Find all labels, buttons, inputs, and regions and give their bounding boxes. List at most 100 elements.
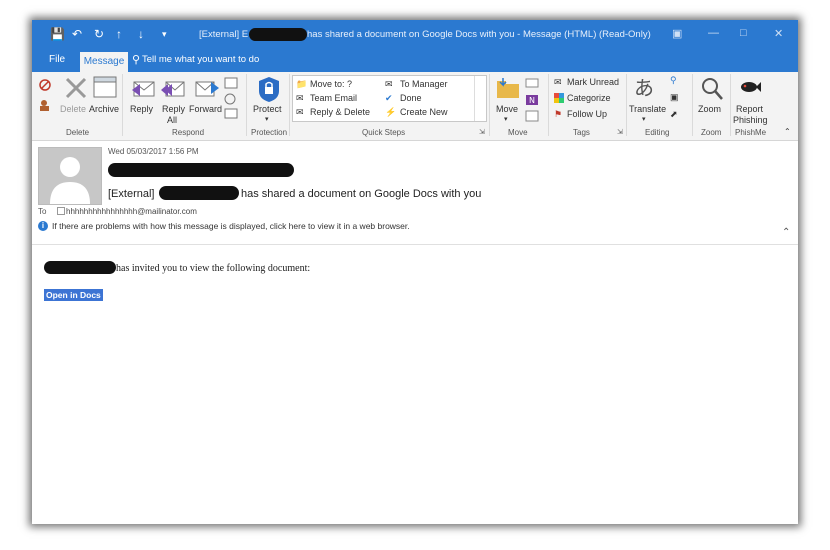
lightbulb-icon: ⚲ bbox=[132, 54, 141, 66]
translate-icon[interactable]: あ bbox=[634, 72, 654, 101]
more-respond-icon[interactable] bbox=[224, 93, 240, 105]
forward-button[interactable]: Forward bbox=[189, 104, 222, 114]
lock-shield-icon[interactable] bbox=[257, 75, 281, 103]
recipient-presence-icon bbox=[57, 207, 65, 215]
info-bar[interactable]: If there are problems with how this mess… bbox=[52, 221, 410, 231]
meeting-icon[interactable] bbox=[224, 77, 238, 89]
quick-step-to-manager[interactable]: To Manager bbox=[400, 79, 448, 89]
tab-message[interactable]: Message bbox=[80, 52, 128, 72]
junk-icon[interactable] bbox=[38, 98, 54, 112]
message-body-text: has invited you to view the following do… bbox=[116, 263, 311, 274]
avatar bbox=[38, 147, 102, 205]
dialog-launcher-icon[interactable]: ⇲ bbox=[479, 128, 485, 136]
archive-icon[interactable] bbox=[93, 76, 117, 98]
recipient-address[interactable]: hhhhhhhhhhhhhhhh@mailinator.com bbox=[66, 207, 197, 216]
subject-prefix: [External] bbox=[108, 188, 155, 200]
tell-me-search[interactable]: Tell me what you want to do bbox=[142, 54, 259, 65]
title-bar: 💾 ↶ ↻ ↑ ↓ ▾ [External] E has shared a do… bbox=[32, 20, 798, 50]
quick-step-move-to[interactable]: Move to: ? bbox=[310, 79, 352, 89]
window-title-suffix: has shared a document on Google Docs wit… bbox=[307, 29, 651, 40]
checkmark-icon: ✔ bbox=[385, 93, 393, 103]
reply-icon[interactable] bbox=[130, 76, 156, 100]
archive-button[interactable]: Archive bbox=[89, 104, 119, 114]
customize-qat-icon[interactable]: ▾ bbox=[162, 27, 167, 41]
delete-button[interactable]: Delete bbox=[60, 104, 86, 114]
delete-icon[interactable] bbox=[64, 76, 88, 100]
move-folder-icon[interactable] bbox=[495, 76, 521, 100]
forward-icon[interactable] bbox=[194, 76, 220, 100]
ribbon: Delete Archive Delete Reply Reply All Fo… bbox=[32, 72, 798, 141]
group-divider bbox=[692, 74, 693, 136]
move-dropdown-icon[interactable]: ▾ bbox=[504, 115, 508, 123]
quick-step-create-new[interactable]: Create New bbox=[400, 107, 448, 117]
actions-icon[interactable] bbox=[525, 110, 539, 122]
redo-icon[interactable]: ↻ bbox=[94, 27, 104, 41]
move-button[interactable]: Move bbox=[496, 104, 518, 114]
message-datetime: Wed 05/03/2017 1:56 PM bbox=[108, 147, 199, 156]
report-phishing-button-line2[interactable]: Phishing bbox=[733, 115, 768, 125]
group-label-tags: Tags bbox=[573, 128, 590, 137]
tab-file[interactable]: File bbox=[49, 54, 65, 65]
group-label-protection: Protection bbox=[251, 128, 288, 137]
team-email-icon: ✉ bbox=[296, 93, 304, 103]
header-divider bbox=[32, 244, 798, 245]
protect-button[interactable]: Protect bbox=[253, 104, 282, 114]
lightning-icon: ⚡ bbox=[385, 107, 397, 117]
reply-all-button-line1[interactable]: Reply bbox=[162, 104, 185, 114]
redacted-sender bbox=[249, 28, 307, 41]
onenote-icon[interactable]: N bbox=[525, 94, 539, 106]
group-divider bbox=[289, 74, 290, 136]
quick-steps-gallery: 📁 Move to: ? ✉ Team Email ✉ Reply & Dele… bbox=[292, 75, 487, 122]
follow-up-button[interactable]: Follow Up bbox=[567, 109, 607, 119]
rules-icon[interactable] bbox=[525, 78, 539, 88]
group-label-quick-steps: Quick Steps bbox=[362, 128, 406, 137]
reply-all-icon[interactable] bbox=[160, 76, 186, 100]
group-divider bbox=[489, 74, 490, 136]
group-divider bbox=[626, 74, 627, 136]
mark-unread-icon: ✉ bbox=[554, 77, 562, 87]
close-icon[interactable]: ✕ bbox=[774, 27, 783, 40]
undo-icon[interactable]: ↶ bbox=[72, 27, 82, 41]
group-divider bbox=[730, 74, 731, 136]
categorize-button[interactable]: Categorize bbox=[567, 93, 611, 103]
save-icon[interactable]: 💾 bbox=[50, 27, 65, 41]
quick-step-reply-delete[interactable]: Reply & Delete bbox=[310, 107, 370, 117]
person-silhouette-icon bbox=[50, 157, 90, 204]
reply-button[interactable]: Reply bbox=[130, 104, 153, 114]
collapse-ribbon-icon[interactable]: ⌃ bbox=[784, 127, 791, 136]
info-icon: i bbox=[38, 221, 48, 231]
quick-step-done[interactable]: Done bbox=[400, 93, 422, 103]
group-label-editing: Editing bbox=[645, 128, 670, 137]
reply-all-button-line2[interactable]: All bbox=[167, 115, 177, 125]
up-arrow-icon[interactable]: ↑ bbox=[116, 27, 122, 41]
outlook-message-window: 💾 ↶ ↻ ↑ ↓ ▾ [External] E has shared a do… bbox=[32, 20, 798, 524]
translate-button[interactable]: Translate bbox=[629, 104, 666, 114]
ignore-icon[interactable] bbox=[38, 78, 52, 92]
report-phishing-button-line1[interactable]: Report bbox=[736, 104, 763, 114]
translate-dropdown-icon[interactable]: ▾ bbox=[642, 115, 646, 123]
open-in-docs-link[interactable]: Open in Docs bbox=[44, 289, 103, 301]
ribbon-display-options-icon[interactable]: ▣ bbox=[672, 27, 682, 40]
maximize-icon[interactable]: □ bbox=[740, 27, 747, 39]
magnifier-icon[interactable] bbox=[700, 76, 724, 102]
svg-text:N: N bbox=[529, 96, 535, 105]
group-label-delete: Delete bbox=[66, 128, 90, 137]
gallery-scroll[interactable] bbox=[474, 76, 486, 121]
categorize-icon bbox=[554, 93, 564, 103]
im-icon[interactable] bbox=[224, 108, 240, 120]
down-arrow-icon[interactable]: ↓ bbox=[138, 27, 144, 41]
phish-fish-icon[interactable] bbox=[739, 78, 761, 96]
subject-text: has shared a document on Google Docs wit… bbox=[241, 188, 482, 200]
collapse-header-icon[interactable]: ⌃ bbox=[782, 227, 790, 238]
zoom-button[interactable]: Zoom bbox=[698, 104, 721, 114]
quick-step-team-email[interactable]: Team Email bbox=[310, 93, 357, 103]
select-icon[interactable]: ⬈ bbox=[670, 109, 678, 120]
related-icon[interactable]: ▣ bbox=[670, 92, 679, 103]
find-icon[interactable]: ⚲ bbox=[670, 75, 677, 86]
minimize-icon[interactable]: — bbox=[708, 27, 719, 39]
group-label-respond: Respond bbox=[172, 128, 205, 137]
protect-dropdown-icon[interactable]: ▾ bbox=[265, 115, 269, 123]
mark-unread-button[interactable]: Mark Unread bbox=[567, 77, 619, 87]
tags-dialog-launcher-icon[interactable]: ⇲ bbox=[617, 128, 623, 136]
group-label-phishme: PhishMe bbox=[735, 128, 767, 137]
